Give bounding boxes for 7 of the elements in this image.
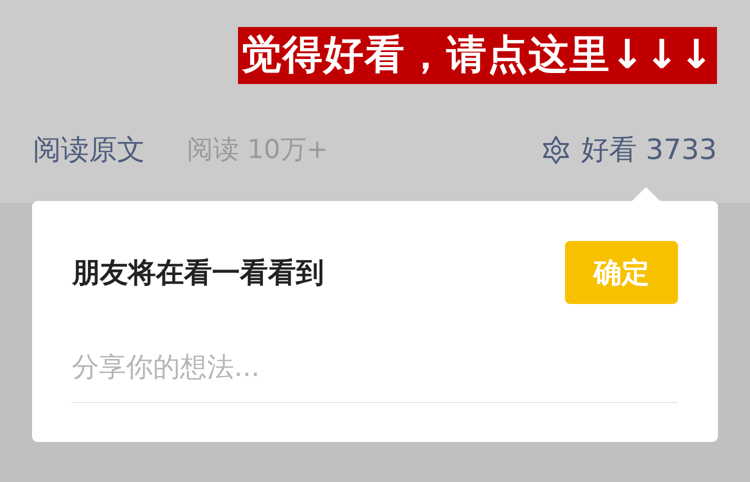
promo-banner: 觉得好看，请点这里↓↓↓ [238, 27, 717, 84]
popup-pointer [632, 187, 660, 201]
like-button[interactable]: 好看 3733 [540, 129, 717, 171]
hexagram-icon [540, 135, 571, 165]
popup-title: 朋友将在看一看看到 [72, 254, 324, 290]
read-original-link[interactable]: 阅读原文 [33, 129, 145, 171]
comment-field[interactable]: 分享你的想法... [72, 332, 678, 403]
